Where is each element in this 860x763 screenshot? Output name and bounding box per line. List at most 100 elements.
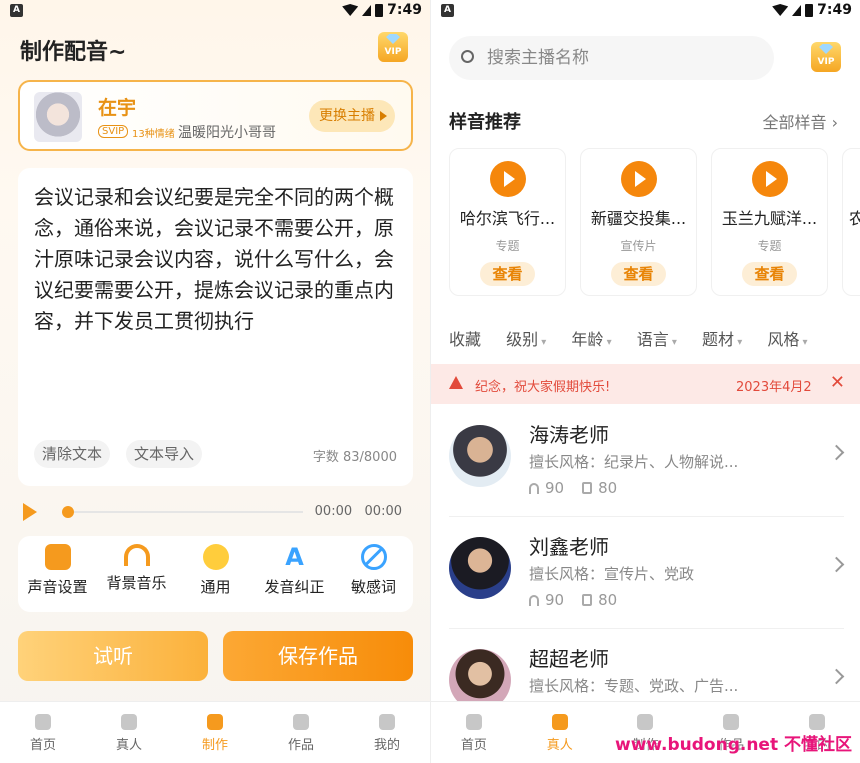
letter-a-icon: A [285, 543, 304, 571]
close-icon[interactable]: ✕ [830, 372, 845, 393]
anchor-list-item[interactable]: 刘鑫老师 擅长风格：宣传片、党政 90 80 [449, 517, 845, 629]
anchor-card[interactable]: 在宇 SVIP 13种情绪 温暖阳光小哥哥 更换主播 [18, 80, 413, 151]
filter-style[interactable]: 风格 [767, 330, 807, 349]
filter-level[interactable]: 级别 [506, 330, 546, 349]
anchor-style: 擅长风格：宣传片、党政 [529, 565, 695, 583]
tab-home[interactable]: 首页 [431, 702, 517, 763]
anchor-avatar [34, 92, 82, 142]
chevron-right-icon [828, 668, 845, 685]
play-icon[interactable] [23, 503, 37, 521]
status-bar: A 7:49 [431, 0, 860, 24]
person-icon [121, 714, 137, 730]
tool-label: 敏感词 [350, 578, 396, 596]
filter-bar: 收藏 级别 年龄 语言 题材 风格 [449, 326, 860, 350]
filter-genre[interactable]: 题材 [702, 330, 742, 349]
notification-icon: A [441, 4, 454, 17]
play-icon[interactable] [620, 161, 657, 197]
battery-icon [805, 3, 814, 17]
change-anchor-button[interactable]: 更换主播 [309, 100, 395, 132]
anchor-style: 擅长风格：纪录片、人物解说... [529, 453, 739, 471]
search-input[interactable] [487, 44, 757, 72]
notice-date: 2023年4月2 [736, 380, 811, 395]
watermark: www.budong.net 不懂社区 [614, 735, 852, 755]
sensitive-words-button[interactable]: 敏感词 [334, 536, 413, 612]
sample-name: 玉兰九赋洋... [721, 209, 818, 228]
page-title: 制作配音~ [20, 40, 127, 65]
anchor-name: 刘鑫老师 [529, 535, 609, 559]
tool-bar: 声音设置 背景音乐 通用 A 发音纠正 敏感词 [18, 536, 413, 612]
sample-card[interactable]: 新疆交投集... 宣传片 查看 [580, 148, 697, 296]
tab-home[interactable]: 首页 [0, 702, 86, 763]
anchor-style: 擅长风格：专题、党政、广告... [529, 677, 739, 695]
voice-settings-button[interactable]: 声音设置 [18, 536, 97, 612]
play-icon[interactable] [489, 161, 526, 197]
search-icon [461, 50, 474, 63]
save-work-button[interactable]: 保存作品 [223, 631, 413, 681]
home-icon [35, 714, 51, 730]
tool-label: 发音纠正 [264, 578, 325, 596]
headphones-icon [123, 544, 150, 566]
current-time: 00:00 [314, 504, 353, 519]
import-text-button[interactable]: 文本导入 [126, 440, 203, 468]
listen-button[interactable]: 试听 [18, 631, 208, 681]
person-icon [551, 714, 568, 730]
tool-label: 声音设置 [27, 578, 88, 596]
view-button[interactable]: 查看 [611, 262, 666, 286]
filter-age[interactable]: 年龄 [571, 330, 611, 349]
works-count: 80 [598, 591, 618, 609]
view-button[interactable]: 查看 [742, 262, 797, 286]
notice-text: 纪念，祝大家假期快乐! [475, 380, 611, 395]
tool-label: 通用 [200, 578, 231, 596]
works-icon [723, 714, 740, 730]
real-person-screen: A 7:49 VIP 样音推荐 全部样音 › 哈尔滨飞行... 专题 查看 新疆… [430, 0, 860, 763]
total-time: 00:00 [364, 504, 402, 519]
background-music-button[interactable]: 背景音乐 [97, 536, 176, 612]
anchor-list-item[interactable]: 海涛老师 擅长风格：纪录片、人物解说... 90 80 [449, 405, 845, 517]
all-samples-link[interactable]: 全部样音 › [763, 109, 839, 133]
listen-count: 90 [545, 479, 565, 497]
search-bar[interactable] [449, 36, 774, 80]
filter-language[interactable]: 语言 [637, 330, 677, 349]
play-icon[interactable] [751, 161, 788, 197]
tab-works[interactable]: 作品 [258, 702, 344, 763]
filter-favorites[interactable]: 收藏 [449, 330, 481, 349]
script-text-area[interactable]: 会议记录和会议纪要是完全不同的两个概念，通俗来说，会议记录不需要公开，原汁原味记… [34, 182, 399, 337]
view-button[interactable]: 查看 [480, 262, 535, 286]
svip-badge: SVIP [98, 125, 129, 138]
listen-count: 90 [545, 591, 565, 609]
word-count: 字数 83/8000 [312, 450, 397, 465]
document-icon [582, 594, 593, 606]
anchor-avatar [449, 537, 511, 599]
tab-real-person[interactable]: 真人 [86, 702, 172, 763]
anchor-name: 超超老师 [529, 647, 609, 671]
general-button[interactable]: 通用 [176, 536, 255, 612]
headphones-icon [529, 483, 539, 494]
smile-icon [202, 544, 229, 570]
tab-real-person[interactable]: 真人 [517, 702, 603, 763]
clear-text-button[interactable]: 清除文本 [34, 440, 111, 468]
pronunciation-button[interactable]: A 发音纠正 [255, 536, 334, 612]
warning-icon [449, 376, 463, 389]
tab-make[interactable]: 制作 [172, 702, 258, 763]
wifi-icon [772, 4, 789, 16]
works-count: 80 [598, 479, 618, 497]
wifi-icon [342, 4, 359, 16]
vip-icon[interactable]: VIP [378, 32, 408, 62]
signal-icon [792, 4, 802, 16]
sample-name: 哈尔滨飞行... [459, 209, 556, 228]
sample-card[interactable]: 农 [842, 148, 860, 296]
bottom-tab-bar: 首页 真人 制作 作品 我的 [0, 701, 430, 763]
tab-mine[interactable]: 我的 [344, 702, 430, 763]
notice-banner: 纪念，祝大家假期快乐! 2023年4月2 ✕ [431, 364, 860, 404]
anchor-name: 在宇 [98, 97, 137, 119]
anchor-avatar [449, 425, 511, 487]
sample-card[interactable]: 玉兰九赋洋... 专题 查看 [711, 148, 828, 296]
vip-icon[interactable]: VIP [811, 42, 841, 72]
sample-card[interactable]: 哈尔滨飞行... 专题 查看 [449, 148, 566, 296]
progress-track[interactable] [68, 511, 303, 513]
chevron-right-icon [828, 556, 845, 573]
signal-icon [362, 4, 372, 16]
progress-knob[interactable] [62, 506, 74, 518]
anchor-description: 温暖阳光小哥哥 [178, 125, 276, 141]
waveform-icon [637, 714, 654, 730]
